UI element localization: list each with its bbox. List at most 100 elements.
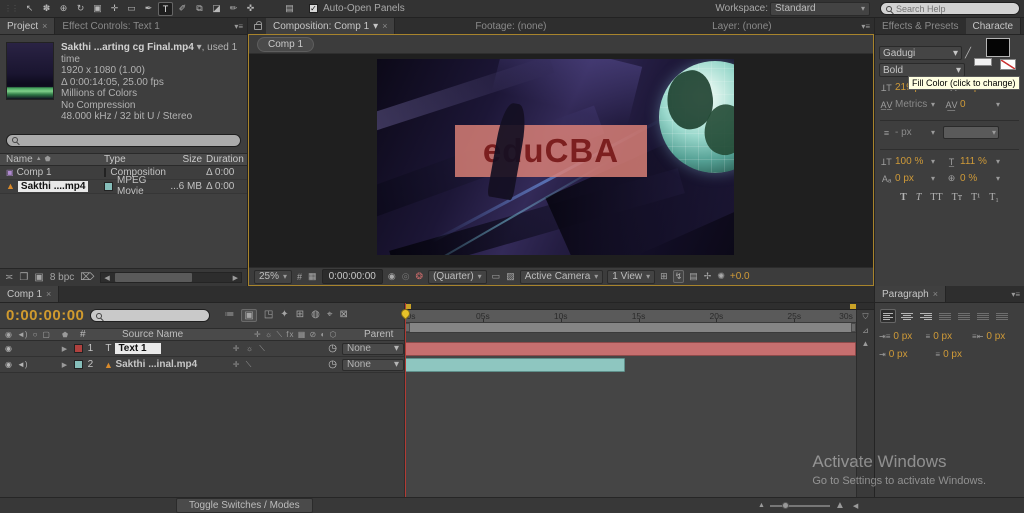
layer-name[interactable]: Text 1 [115,343,160,354]
brush-tool-icon[interactable]: ✐ [175,2,190,16]
auto-open-panels-checkbox[interactable]: ✓ [309,4,318,13]
chevron-down-icon[interactable]: ▾ [996,174,1008,183]
justify-last-right-button[interactable] [975,309,991,323]
superscript-button[interactable]: T¹ [971,192,980,203]
tab-composition[interactable]: Composition: Comp 1 ▾ × [266,18,395,34]
close-icon[interactable]: × [46,289,51,299]
faux-italic-button[interactable]: T [916,192,922,203]
chevron-down-icon[interactable]: ▾ [996,157,1008,166]
faux-bold-button[interactable]: T [900,192,907,203]
motion-blur-icon[interactable]: ◍ [311,309,320,322]
show-snapshot-icon[interactable]: ◎ [401,271,411,282]
small-caps-button[interactable]: Tᴛ [952,192,962,203]
brainstorm-icon[interactable]: ⌖ [327,309,333,322]
tab-character[interactable]: Characte [966,18,1022,34]
eyedropper-icon[interactable]: ╱ [965,48,971,59]
expander-icon[interactable]: ▶ [62,361,74,369]
eraser-tool-icon[interactable]: ◪ [209,2,224,16]
chevron-down-icon[interactable]: ▾ [373,21,378,32]
all-caps-button[interactable]: TT [930,192,942,203]
timeline-track-area[interactable]: 0s 05s 10s 15s 20s 25s 30s [405,303,874,497]
tab-effect-controls[interactable]: Effect Controls: Text 1 [55,18,166,34]
composition-viewer[interactable]: eduCBA [249,54,873,267]
stroke-width-value[interactable]: - px [895,127,931,138]
tab-layer[interactable]: Layer: (none) [626,18,857,34]
toggle-switches-modes-button[interactable]: Toggle Switches / Modes [176,498,313,513]
panel-menu-icon[interactable]: ▾≡ [857,18,874,34]
timeline-search-box[interactable] [90,309,210,322]
graph-icon[interactable]: ⊿ [862,326,869,335]
graph-editor-icon[interactable]: ⊠ [339,309,347,322]
timeline-navigator-strip[interactable] [405,303,874,310]
timeline-button-icon[interactable]: ▤ [688,271,699,282]
tab-project[interactable]: Project× [0,18,55,34]
tab-paragraph[interactable]: Paragraph× [875,286,946,302]
eye-icon[interactable]: ◉ [5,344,12,353]
layer-bar-text1[interactable] [405,342,856,356]
zoom-slider-knob[interactable] [782,502,789,509]
panel-menu-icon[interactable]: ▾≡ [230,18,247,34]
tab-effects-presets[interactable]: Effects & Presets [875,18,966,34]
tsume-value[interactable]: 0 % [960,173,996,184]
horizontal-scale-value[interactable]: 111 % [960,156,996,167]
frame-blend-icon[interactable]: ⊞ [296,309,304,322]
camera-dropdown[interactable]: Active Camera▾ [520,270,604,284]
baseline-shift-value[interactable]: 0 px [895,173,931,184]
region-of-interest-icon[interactable]: ▭ [491,271,502,282]
layer-switches[interactable]: ✛ ☼ ⟍ [233,344,328,354]
align-right-button[interactable] [918,309,934,323]
scroll-left-icon[interactable]: ◀ [850,502,861,510]
fill-color-swatch[interactable] [986,38,1010,57]
channels-icon[interactable]: ❂ [415,271,425,282]
label-color-chip[interactable] [104,182,113,191]
camera-shy-icon[interactable]: ✦ [280,309,288,322]
stroke-color-swatch[interactable] [974,58,992,66]
parent-column[interactable]: Parent [364,329,393,340]
exposure-value[interactable]: +0.0 [730,271,750,282]
align-left-button[interactable] [880,309,896,323]
navigator-end-handle[interactable] [850,304,856,309]
hand-tool-icon[interactable]: ✽ [39,2,54,16]
roto-brush-tool-icon[interactable]: ✏ [226,2,241,16]
subscript-button[interactable]: T₁ [989,192,999,203]
vertical-scale-value[interactable]: 100 % [895,156,931,167]
label-column-icon[interactable]: ⬟ [62,331,80,339]
tab-footage[interactable]: Footage: (none) [395,18,626,34]
source-name-column[interactable]: Source Name [94,329,254,340]
chevron-down-icon[interactable]: ▾ [996,100,1008,109]
parent-dropdown[interactable]: None▾ [342,343,404,355]
composition-image[interactable]: eduCBA [377,59,734,255]
puppet-pin-tool-icon[interactable]: ✜ [243,2,258,16]
comp-breadcrumb-button[interactable]: Comp 1 [257,37,314,52]
pixel-aspect-icon[interactable]: ⊞ [659,271,669,282]
draft-3d-icon[interactable]: ◳ [264,309,273,322]
snapshot-icon[interactable]: ◉ [387,271,397,282]
exposure-icon[interactable]: ✺ [716,271,726,282]
magnification-dropdown[interactable]: 25%▾ [254,270,292,284]
sort-icon[interactable]: ▲ [36,156,42,162]
layer-row-text1[interactable]: ◉ ▶ 1 T Text 1 ✛ ☼ ⟍ ◷ None▾ [0,341,404,357]
zoom-slider[interactable] [770,505,830,507]
first-line-indent-value[interactable]: 0 px [889,349,908,360]
resolution-dropdown[interactable]: (Quarter)▾ [428,270,487,284]
scroll-left-icon[interactable]: ◀ [101,274,112,282]
project-search-box[interactable] [6,134,241,147]
clone-stamp-tool-icon[interactable]: ⧉ [192,2,207,16]
layer-bar-video[interactable] [405,358,625,372]
zoom-in-icon[interactable]: ▲ [835,500,845,511]
view-layout-dropdown[interactable]: 1 View▾ [607,270,655,284]
table-row[interactable]: ▲ Sakthi ....mp4 MPEG Movie ...6 MB Δ 0:… [0,180,247,194]
chevron-down-icon[interactable]: ▾ [931,100,943,109]
search-help-box[interactable] [880,2,1020,15]
bpc-label[interactable]: 8 bpc [50,272,74,283]
grid-icon[interactable]: ▦ [307,271,318,282]
viewer-timecode[interactable]: 0:00:00:00 [322,269,383,284]
align-center-button[interactable] [899,309,915,323]
scroll-right-icon[interactable]: ▶ [230,274,241,282]
font-style-dropdown[interactable]: Bold▾ [879,63,965,77]
playhead-line[interactable] [405,303,406,497]
layer-color-chip[interactable] [74,360,83,369]
stroke-style-dropdown[interactable]: ▾ [943,126,999,139]
space-before-value[interactable]: 0 px [933,331,952,342]
footage-thumbnail[interactable] [6,42,54,100]
